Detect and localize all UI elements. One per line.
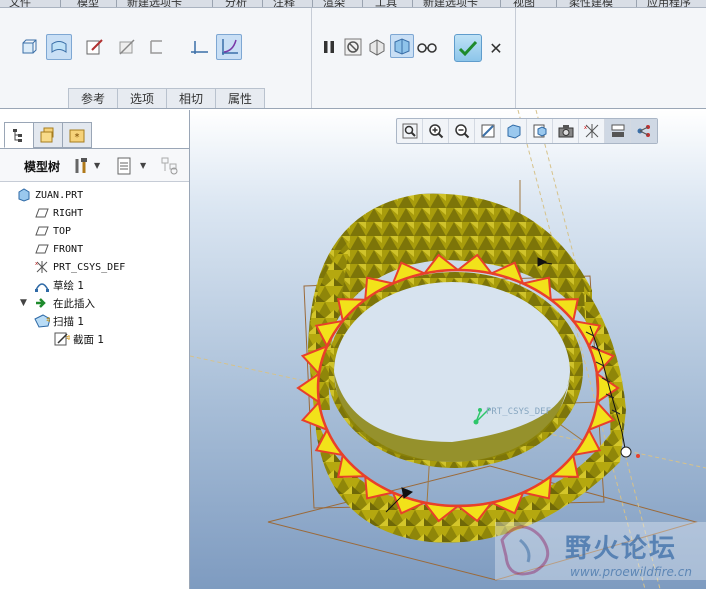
verify-icon[interactable] [390, 34, 414, 58]
tree-item-label: FRONT [53, 243, 84, 255]
tab-properties[interactable]: 属性 [215, 88, 266, 108]
display-style-icon[interactable] [501, 119, 527, 143]
tree-filter-icon[interactable] [160, 156, 180, 176]
expand-sweep-icon[interactable]: ▼ [20, 298, 27, 308]
spin-center-icon[interactable] [631, 119, 657, 143]
view-manager-icon[interactable] [553, 119, 579, 143]
preview-geometry-icon[interactable] [366, 36, 388, 58]
navigator-tabs: * [4, 122, 92, 148]
show-options-dropdown-icon[interactable]: ▼ [140, 161, 146, 170]
menu-new-tab-2[interactable]: 新建选项卡 [420, 0, 481, 7]
tree-item-part[interactable]: ZUAN.PRT [16, 186, 83, 204]
menu-new-tab-1[interactable]: 新建选项卡 [124, 0, 185, 7]
datum-plane-icon [34, 223, 50, 239]
tree-item-front[interactable]: FRONT [34, 240, 83, 258]
tree-item-label: 截面 1 [73, 333, 105, 346]
zoom-out-icon[interactable] [449, 119, 475, 143]
zoom-in-icon[interactable] [423, 119, 449, 143]
tree-item-label: 草绘 1 [53, 279, 85, 292]
tree-item-insert-here[interactable]: 在此插入 [34, 294, 95, 312]
tree-item-label: 在此插入 [53, 297, 95, 310]
navigator-panel: * 模型树 ▼ ▼ ZUAN.PRT RIGHT TOP FRONT x PRT… [0, 110, 190, 589]
tab-tangency[interactable]: 相切 [166, 88, 217, 108]
part-icon [16, 187, 32, 203]
view-toolbar: x [396, 118, 658, 144]
menu-render[interactable]: 渲染 [320, 0, 348, 7]
tree-item-label: TOP [53, 225, 72, 237]
section-sketch-icon: ✲ [54, 331, 70, 347]
model-scene[interactable] [190, 110, 706, 589]
graphics-window[interactable]: PRT_CSYS_DEF 野火论坛 www.proewildfire.cn x [190, 110, 706, 589]
tree-item-label: PRT_CSYS_DEF [53, 261, 126, 273]
svg-text:x: x [35, 261, 38, 267]
constant-section-icon[interactable] [188, 36, 210, 58]
tree-item-label: RIGHT [53, 207, 84, 219]
datum-plane-icon [34, 205, 50, 221]
menu-file[interactable]: 文件 [6, 0, 34, 7]
surface-icon[interactable] [46, 34, 72, 60]
pause-icon[interactable] [318, 36, 340, 58]
folder-browser-tab[interactable] [33, 122, 63, 148]
datum-plane-icon [34, 241, 50, 257]
remove-material-icon[interactable] [116, 36, 138, 58]
tree-item-label: ZUAN.PRT [35, 189, 84, 201]
watermark-url: www.proewildfire.cn [570, 565, 692, 579]
no-preview-icon[interactable] [342, 36, 364, 58]
svg-text:*: * [75, 132, 80, 143]
refit-icon[interactable] [397, 119, 423, 143]
menu-flexible-modeling[interactable]: 柔性建模 [566, 0, 616, 7]
repaint-icon[interactable] [475, 119, 501, 143]
app-window: 文件 模型 新建选项卡 分析 注释 渲染 工具 新建选项卡 视图 柔性建模 应用… [0, 0, 706, 589]
menu-view[interactable]: 视图 [510, 0, 538, 7]
knurled-ring-part [308, 193, 626, 543]
tree-item-section[interactable]: ✲ 截面 1 [54, 330, 104, 348]
svg-text:x: x [584, 125, 587, 131]
menu-applications[interactable]: 应用程序 [644, 0, 694, 7]
annotation-display-icon[interactable] [605, 119, 631, 143]
insert-here-arrow-icon [34, 295, 50, 311]
csys-datum-label: PRT_CSYS_DEF [486, 407, 552, 417]
solid-icon[interactable] [18, 36, 40, 58]
sweep-feature-icon: ✲ [34, 313, 50, 329]
sketch-icon[interactable] [84, 36, 106, 58]
sweep-options-group: 参考 选项 相切 属性 [0, 8, 312, 108]
csys-icon: x [34, 259, 50, 275]
tree-settings-icon[interactable] [72, 156, 92, 176]
model-tree-title: 模型树 [24, 160, 61, 174]
tree-item-sweep[interactable]: ✲ 扫描 1 [34, 312, 84, 330]
sweep-control-group [312, 8, 516, 108]
menu-analysis[interactable]: 分析 [222, 0, 250, 7]
tree-item-label: 扫描 1 [53, 315, 85, 328]
datum-display-icon[interactable]: x [579, 119, 605, 143]
menu-bar: 文件 模型 新建选项卡 分析 注释 渲染 工具 新建选项卡 视图 柔性建模 应用… [0, 0, 706, 8]
model-tree-toolbar: 模型树 ▼ ▼ [0, 148, 189, 182]
variable-section-icon[interactable] [216, 34, 242, 60]
tree-item-right[interactable]: RIGHT [34, 204, 83, 222]
tree-settings-dropdown-icon[interactable]: ▼ [94, 161, 100, 170]
ok-button[interactable] [454, 34, 482, 62]
start-point-marker [620, 446, 640, 458]
show-options-icon[interactable] [114, 156, 134, 176]
menu-annotate[interactable]: 注释 [270, 0, 298, 7]
favorites-tab[interactable]: * [62, 122, 92, 148]
saved-views-icon[interactable] [527, 119, 553, 143]
model-tree-tab[interactable] [4, 122, 34, 148]
watermark-text: 野火论坛 [565, 534, 678, 564]
cancel-button[interactable]: ✕ [486, 38, 506, 58]
tab-references[interactable]: 参考 [68, 88, 119, 108]
menu-tools[interactable]: 工具 [372, 0, 400, 7]
sweep-dashboard: 参考 选项 相切 属性 ✕ [0, 8, 706, 109]
tree-item-sketch[interactable]: 草绘 1 [34, 276, 84, 294]
thicken-icon[interactable] [146, 36, 168, 58]
dashboard-subtabs: 参考 选项 相切 属性 [68, 88, 266, 108]
tab-options[interactable]: 选项 [117, 88, 168, 108]
svg-text:✲: ✲ [46, 316, 50, 324]
svg-text:✲: ✲ [66, 334, 70, 342]
menu-model[interactable]: 模型 [74, 0, 102, 7]
sketch-curve-icon [34, 277, 50, 293]
tree-item-top[interactable]: TOP [34, 222, 71, 240]
glasses-icon[interactable] [416, 36, 438, 58]
tree-item-csys[interactable]: x PRT_CSYS_DEF [34, 258, 125, 276]
